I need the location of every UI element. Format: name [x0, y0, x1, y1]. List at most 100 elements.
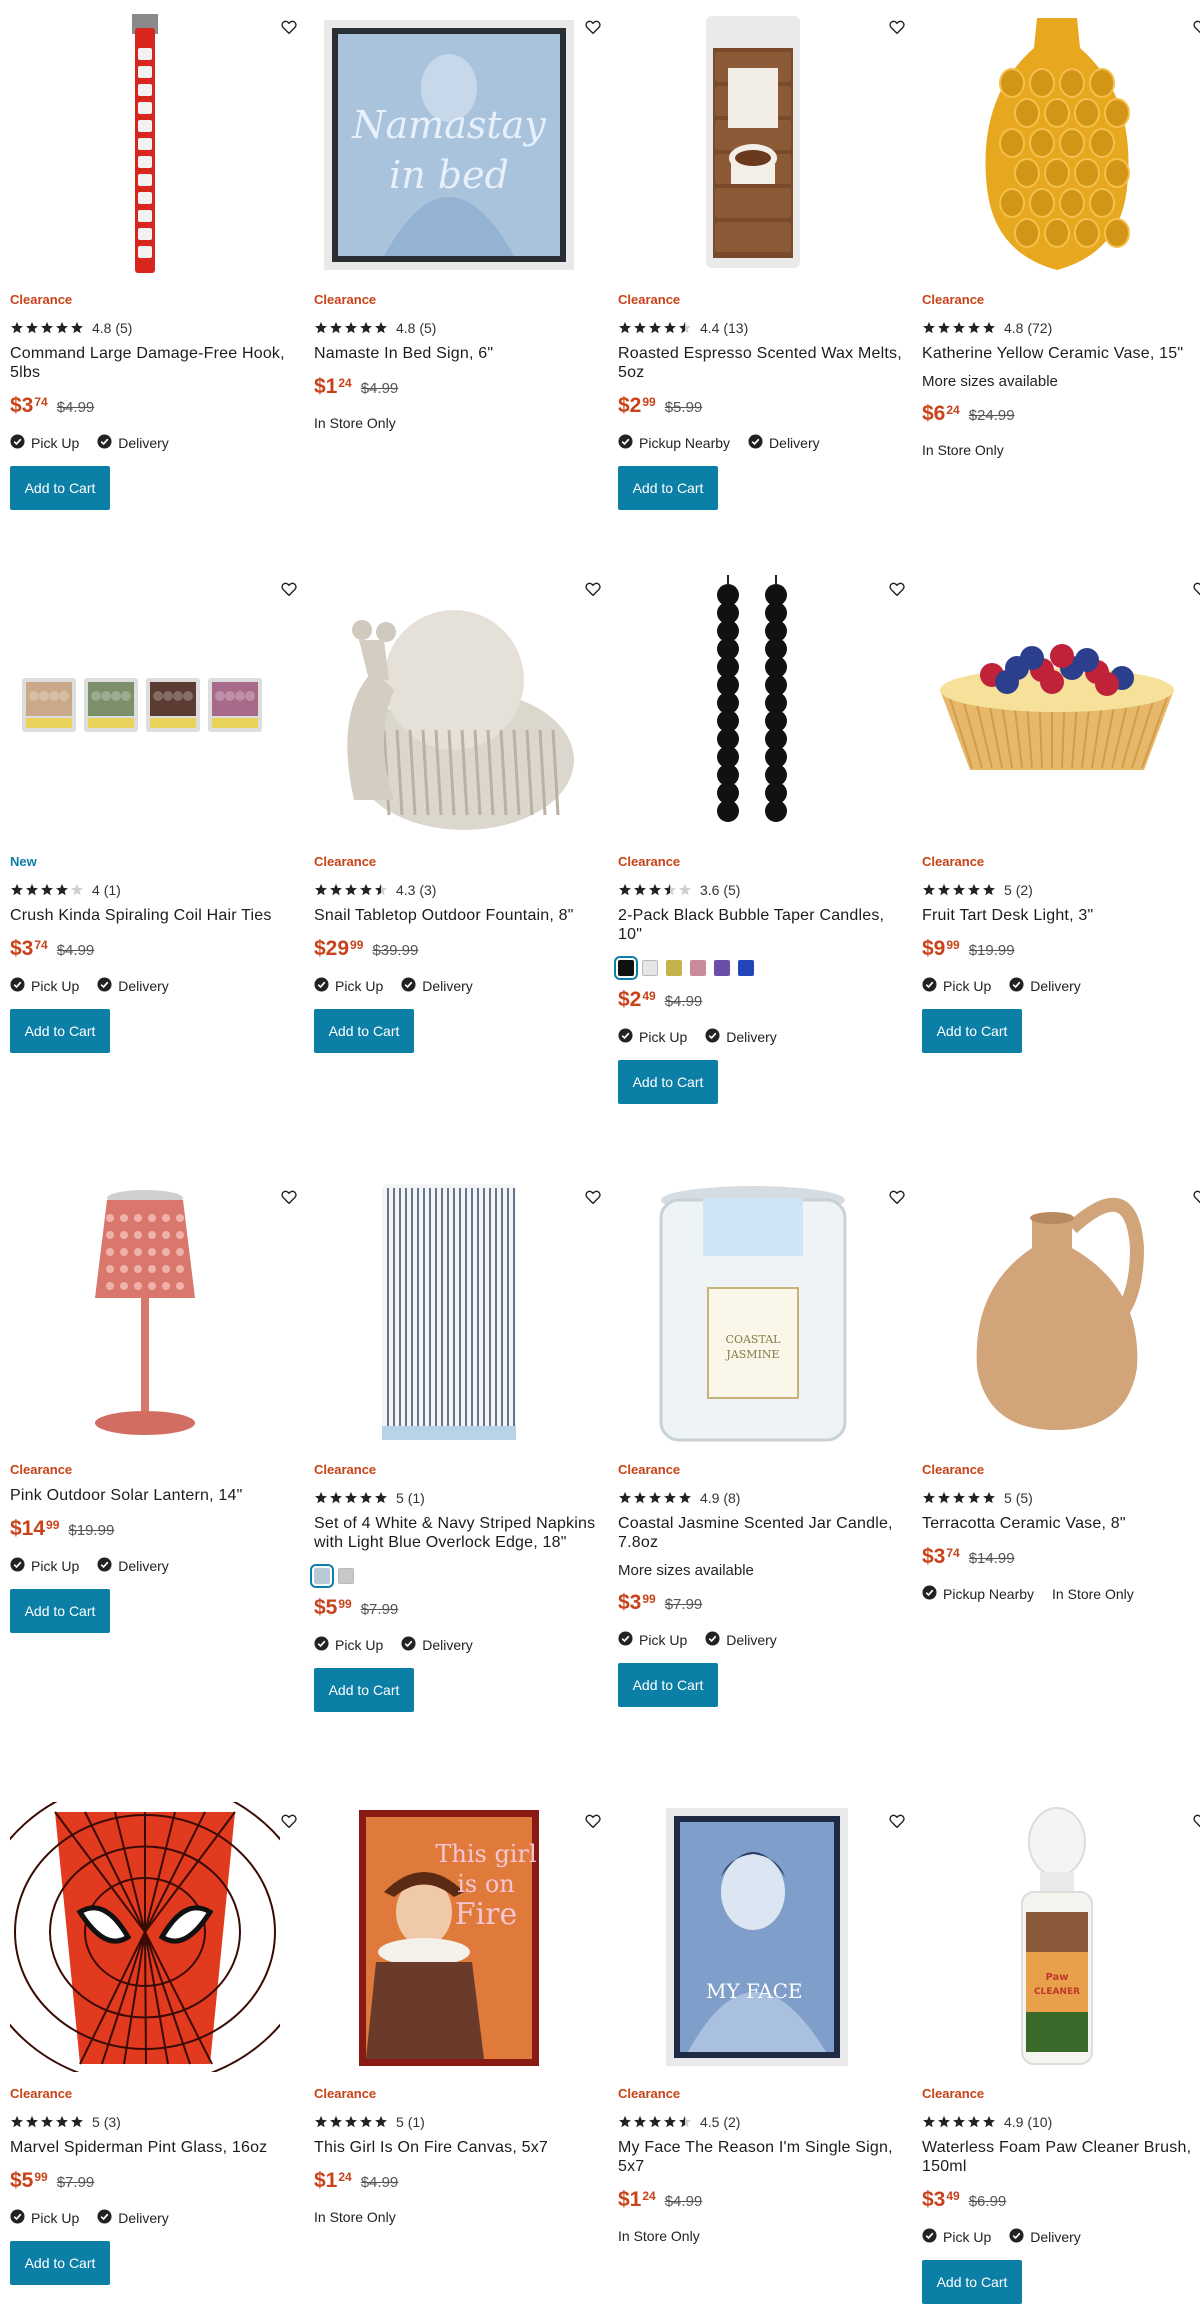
- wishlist-heart-icon[interactable]: [584, 1812, 604, 1832]
- product-name[interactable]: This Girl Is On Fire Canvas, 5x7: [314, 2138, 604, 2157]
- wishlist-heart-icon[interactable]: [1192, 1812, 1200, 1832]
- add-to-cart-button[interactable]: Add to Cart: [618, 466, 718, 510]
- color-swatch[interactable]: [666, 960, 682, 976]
- wishlist-heart-icon[interactable]: [280, 1812, 300, 1832]
- product-rating[interactable]: 5 (5): [922, 1490, 1200, 1506]
- product-rating[interactable]: 4.5 (2): [618, 2114, 908, 2130]
- product-rating[interactable]: 5 (1): [314, 1490, 604, 1506]
- product-card[interactable]: COASTAL JASMINE Clearance 4.9 (8) Coasta…: [618, 1178, 908, 1707]
- product-image[interactable]: COASTAL JASMINE: [618, 1178, 888, 1448]
- product-rating[interactable]: 4 (1): [10, 882, 300, 898]
- product-name[interactable]: Katherine Yellow Ceramic Vase, 15": [922, 344, 1200, 363]
- product-rating[interactable]: 4.8 (5): [314, 320, 604, 336]
- add-to-cart-button[interactable]: Add to Cart: [618, 1663, 718, 1707]
- wishlist-heart-icon[interactable]: [888, 580, 908, 600]
- product-card[interactable]: Clearance 3.6 (5) 2-Pack Black Bubble Ta…: [614, 570, 908, 1104]
- product-card[interactable]: This girl is on Fire Clearance 5 (1) Thi…: [314, 1802, 604, 2227]
- wishlist-heart-icon[interactable]: [1192, 18, 1200, 38]
- product-card[interactable]: Clearance 5 (3) Marvel Spiderman Pint Gl…: [10, 1802, 300, 2285]
- product-card[interactable]: Clearance Pink Outdoor Solar Lantern, 14"…: [10, 1178, 300, 1633]
- product-name[interactable]: Marvel Spiderman Pint Glass, 16oz: [10, 2138, 300, 2157]
- product-name[interactable]: 2-Pack Black Bubble Taper Candles, 10": [618, 906, 908, 944]
- wishlist-heart-icon[interactable]: [584, 580, 604, 600]
- product-rating[interactable]: 4.4 (13): [618, 320, 908, 336]
- add-to-cart-button[interactable]: Add to Cart: [618, 1060, 718, 1104]
- product-name[interactable]: Terracotta Ceramic Vase, 8": [922, 1514, 1200, 1533]
- color-swatch[interactable]: [338, 1568, 354, 1584]
- product-image[interactable]: This girl is on Fire: [314, 1802, 584, 2072]
- product-card[interactable]: MY FACE Clearance 4.5 (2) My Face The Re…: [618, 1802, 908, 2246]
- product-card[interactable]: Clearance 5 (1) Set of 4 White & Navy St…: [310, 1178, 604, 1712]
- product-image[interactable]: [10, 570, 280, 840]
- product-image[interactable]: [10, 1178, 280, 1448]
- product-rating[interactable]: 4.3 (3): [314, 882, 604, 898]
- product-image[interactable]: [314, 570, 584, 840]
- product-card[interactable]: Namastay in bed Clearance 4.8 (5) Namast…: [314, 8, 604, 433]
- wishlist-heart-icon[interactable]: [280, 580, 300, 600]
- product-rating[interactable]: 5 (3): [10, 2114, 300, 2130]
- product-card[interactable]: Clearance 5 (5) Terracotta Ceramic Vase,…: [922, 1178, 1200, 1603]
- product-image[interactable]: [618, 570, 888, 840]
- wishlist-heart-icon[interactable]: [888, 1812, 908, 1832]
- add-to-cart-button[interactable]: Add to Cart: [10, 466, 110, 510]
- wishlist-heart-icon[interactable]: [1192, 580, 1200, 600]
- product-name[interactable]: Pink Outdoor Solar Lantern, 14": [10, 1486, 300, 1505]
- color-swatch[interactable]: [310, 1564, 334, 1588]
- product-name[interactable]: Command Large Damage-Free Hook, 5lbs: [10, 344, 300, 382]
- rating-value: 4.8: [396, 320, 416, 336]
- wishlist-heart-icon[interactable]: [1192, 1188, 1200, 1208]
- product-rating[interactable]: 4.9 (8): [618, 1490, 908, 1506]
- product-rating[interactable]: 4.9 (10): [922, 2114, 1200, 2130]
- product-card[interactable]: New 4 (1) Crush Kinda Spiraling Coil Hai…: [10, 570, 300, 1053]
- product-price: $2 99 $5.99: [618, 394, 908, 420]
- add-to-cart-button[interactable]: Add to Cart: [314, 1668, 414, 1712]
- product-image[interactable]: MY FACE: [618, 1802, 888, 2072]
- wishlist-heart-icon[interactable]: [584, 1188, 604, 1208]
- product-name[interactable]: Waterless Foam Paw Cleaner Brush, 150ml: [922, 2138, 1200, 2176]
- product-image[interactable]: Paw CLEANER: [922, 1802, 1192, 2072]
- product-image[interactable]: [10, 8, 280, 278]
- product-rating[interactable]: 4.8 (72): [922, 320, 1200, 336]
- product-image[interactable]: [10, 1802, 280, 2072]
- product-image[interactable]: [618, 8, 888, 278]
- color-swatch[interactable]: [714, 960, 730, 976]
- product-image[interactable]: [314, 1178, 584, 1448]
- product-card[interactable]: Clearance 5 (2) Fruit Tart Desk Light, 3…: [922, 570, 1200, 1053]
- add-to-cart-button[interactable]: Add to Cart: [10, 1009, 110, 1053]
- product-card[interactable]: Clearance 4.8 (72) Katherine Yellow Cera…: [922, 8, 1200, 460]
- product-name[interactable]: Set of 4 White & Navy Striped Napkins wi…: [314, 1514, 604, 1552]
- add-to-cart-button[interactable]: Add to Cart: [922, 2260, 1022, 2304]
- color-swatch[interactable]: [642, 960, 658, 976]
- color-swatch[interactable]: [690, 960, 706, 976]
- product-name[interactable]: My Face The Reason I'm Single Sign, 5x7: [618, 2138, 908, 2176]
- product-image[interactable]: Namastay in bed: [314, 8, 584, 278]
- product-name[interactable]: Namaste In Bed Sign, 6": [314, 344, 604, 363]
- wishlist-heart-icon[interactable]: [280, 18, 300, 38]
- wishlist-heart-icon[interactable]: [280, 1188, 300, 1208]
- add-to-cart-button[interactable]: Add to Cart: [10, 1589, 110, 1633]
- product-card[interactable]: Clearance 4.8 (5) Command Large Damage-F…: [10, 8, 300, 510]
- product-rating[interactable]: 5 (2): [922, 882, 1200, 898]
- product-rating[interactable]: 5 (1): [314, 2114, 604, 2130]
- product-card[interactable]: Paw CLEANER Clearance 4.9 (10) Waterless…: [922, 1802, 1200, 2304]
- product-name[interactable]: Coastal Jasmine Scented Jar Candle, 7.8o…: [618, 1514, 908, 1552]
- product-name[interactable]: Fruit Tart Desk Light, 3": [922, 906, 1200, 925]
- add-to-cart-button[interactable]: Add to Cart: [10, 2241, 110, 2285]
- color-swatch[interactable]: [614, 956, 638, 980]
- product-card[interactable]: Clearance 4.4 (13) Roasted Espresso Scen…: [618, 8, 908, 510]
- add-to-cart-button[interactable]: Add to Cart: [922, 1009, 1022, 1053]
- product-image[interactable]: [922, 8, 1192, 278]
- wishlist-heart-icon[interactable]: [584, 18, 604, 38]
- product-image[interactable]: [922, 1178, 1192, 1448]
- product-image[interactable]: [922, 570, 1192, 840]
- product-rating[interactable]: 3.6 (5): [618, 882, 908, 898]
- product-name[interactable]: Roasted Espresso Scented Wax Melts, 5oz: [618, 344, 908, 382]
- wishlist-heart-icon[interactable]: [888, 1188, 908, 1208]
- wishlist-heart-icon[interactable]: [888, 18, 908, 38]
- product-name[interactable]: Snail Tabletop Outdoor Fountain, 8": [314, 906, 604, 925]
- product-card[interactable]: Clearance 4.3 (3) Snail Tabletop Outdoor…: [314, 570, 604, 1053]
- color-swatch[interactable]: [738, 960, 754, 976]
- product-name[interactable]: Crush Kinda Spiraling Coil Hair Ties: [10, 906, 300, 925]
- add-to-cart-button[interactable]: Add to Cart: [314, 1009, 414, 1053]
- product-rating[interactable]: 4.8 (5): [10, 320, 300, 336]
